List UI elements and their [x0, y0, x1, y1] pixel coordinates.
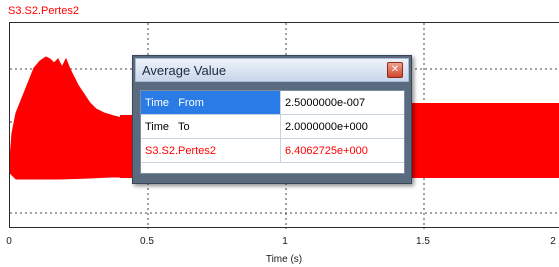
table-row[interactable]: Time From 2.5000000e-007	[141, 91, 404, 115]
x-tick-label: 1.5	[416, 236, 430, 247]
x-tick-label: 0	[6, 236, 12, 247]
table-row[interactable]: S3.S2.Pertes2 6.4062725e+000	[141, 139, 404, 163]
row-value: 2.5000000e-007	[281, 91, 404, 115]
average-value-table: Time From 2.5000000e-007 Time To 2.00000…	[140, 90, 405, 174]
x-axis-label: Time (s)	[265, 254, 303, 265]
dialog-title: Average Value	[142, 63, 227, 78]
x-tick-label: 2	[550, 236, 556, 247]
waveform-envelope	[10, 56, 135, 180]
average-value-dialog[interactable]: Average Value ✕ Time From 2.5000000e-007…	[132, 55, 412, 184]
close-button[interactable]: ✕	[387, 62, 403, 78]
x-tick-label: 1	[282, 236, 288, 247]
row-label: Time To	[141, 115, 281, 139]
waveform-band	[410, 103, 559, 178]
row-value: 6.4062725e+000	[281, 139, 404, 163]
row-value: 2.0000000e+000	[281, 115, 404, 139]
x-tick-label: 0.5	[140, 236, 154, 247]
close-icon: ✕	[390, 64, 400, 75]
trace-title: S3.S2.Pertes2	[8, 5, 79, 17]
dialog-titlebar[interactable]: Average Value ✕	[135, 58, 409, 82]
row-label: Time From	[141, 91, 281, 115]
row-label: S3.S2.Pertes2	[141, 139, 281, 163]
table-row[interactable]: Time To 2.0000000e+000	[141, 115, 404, 139]
